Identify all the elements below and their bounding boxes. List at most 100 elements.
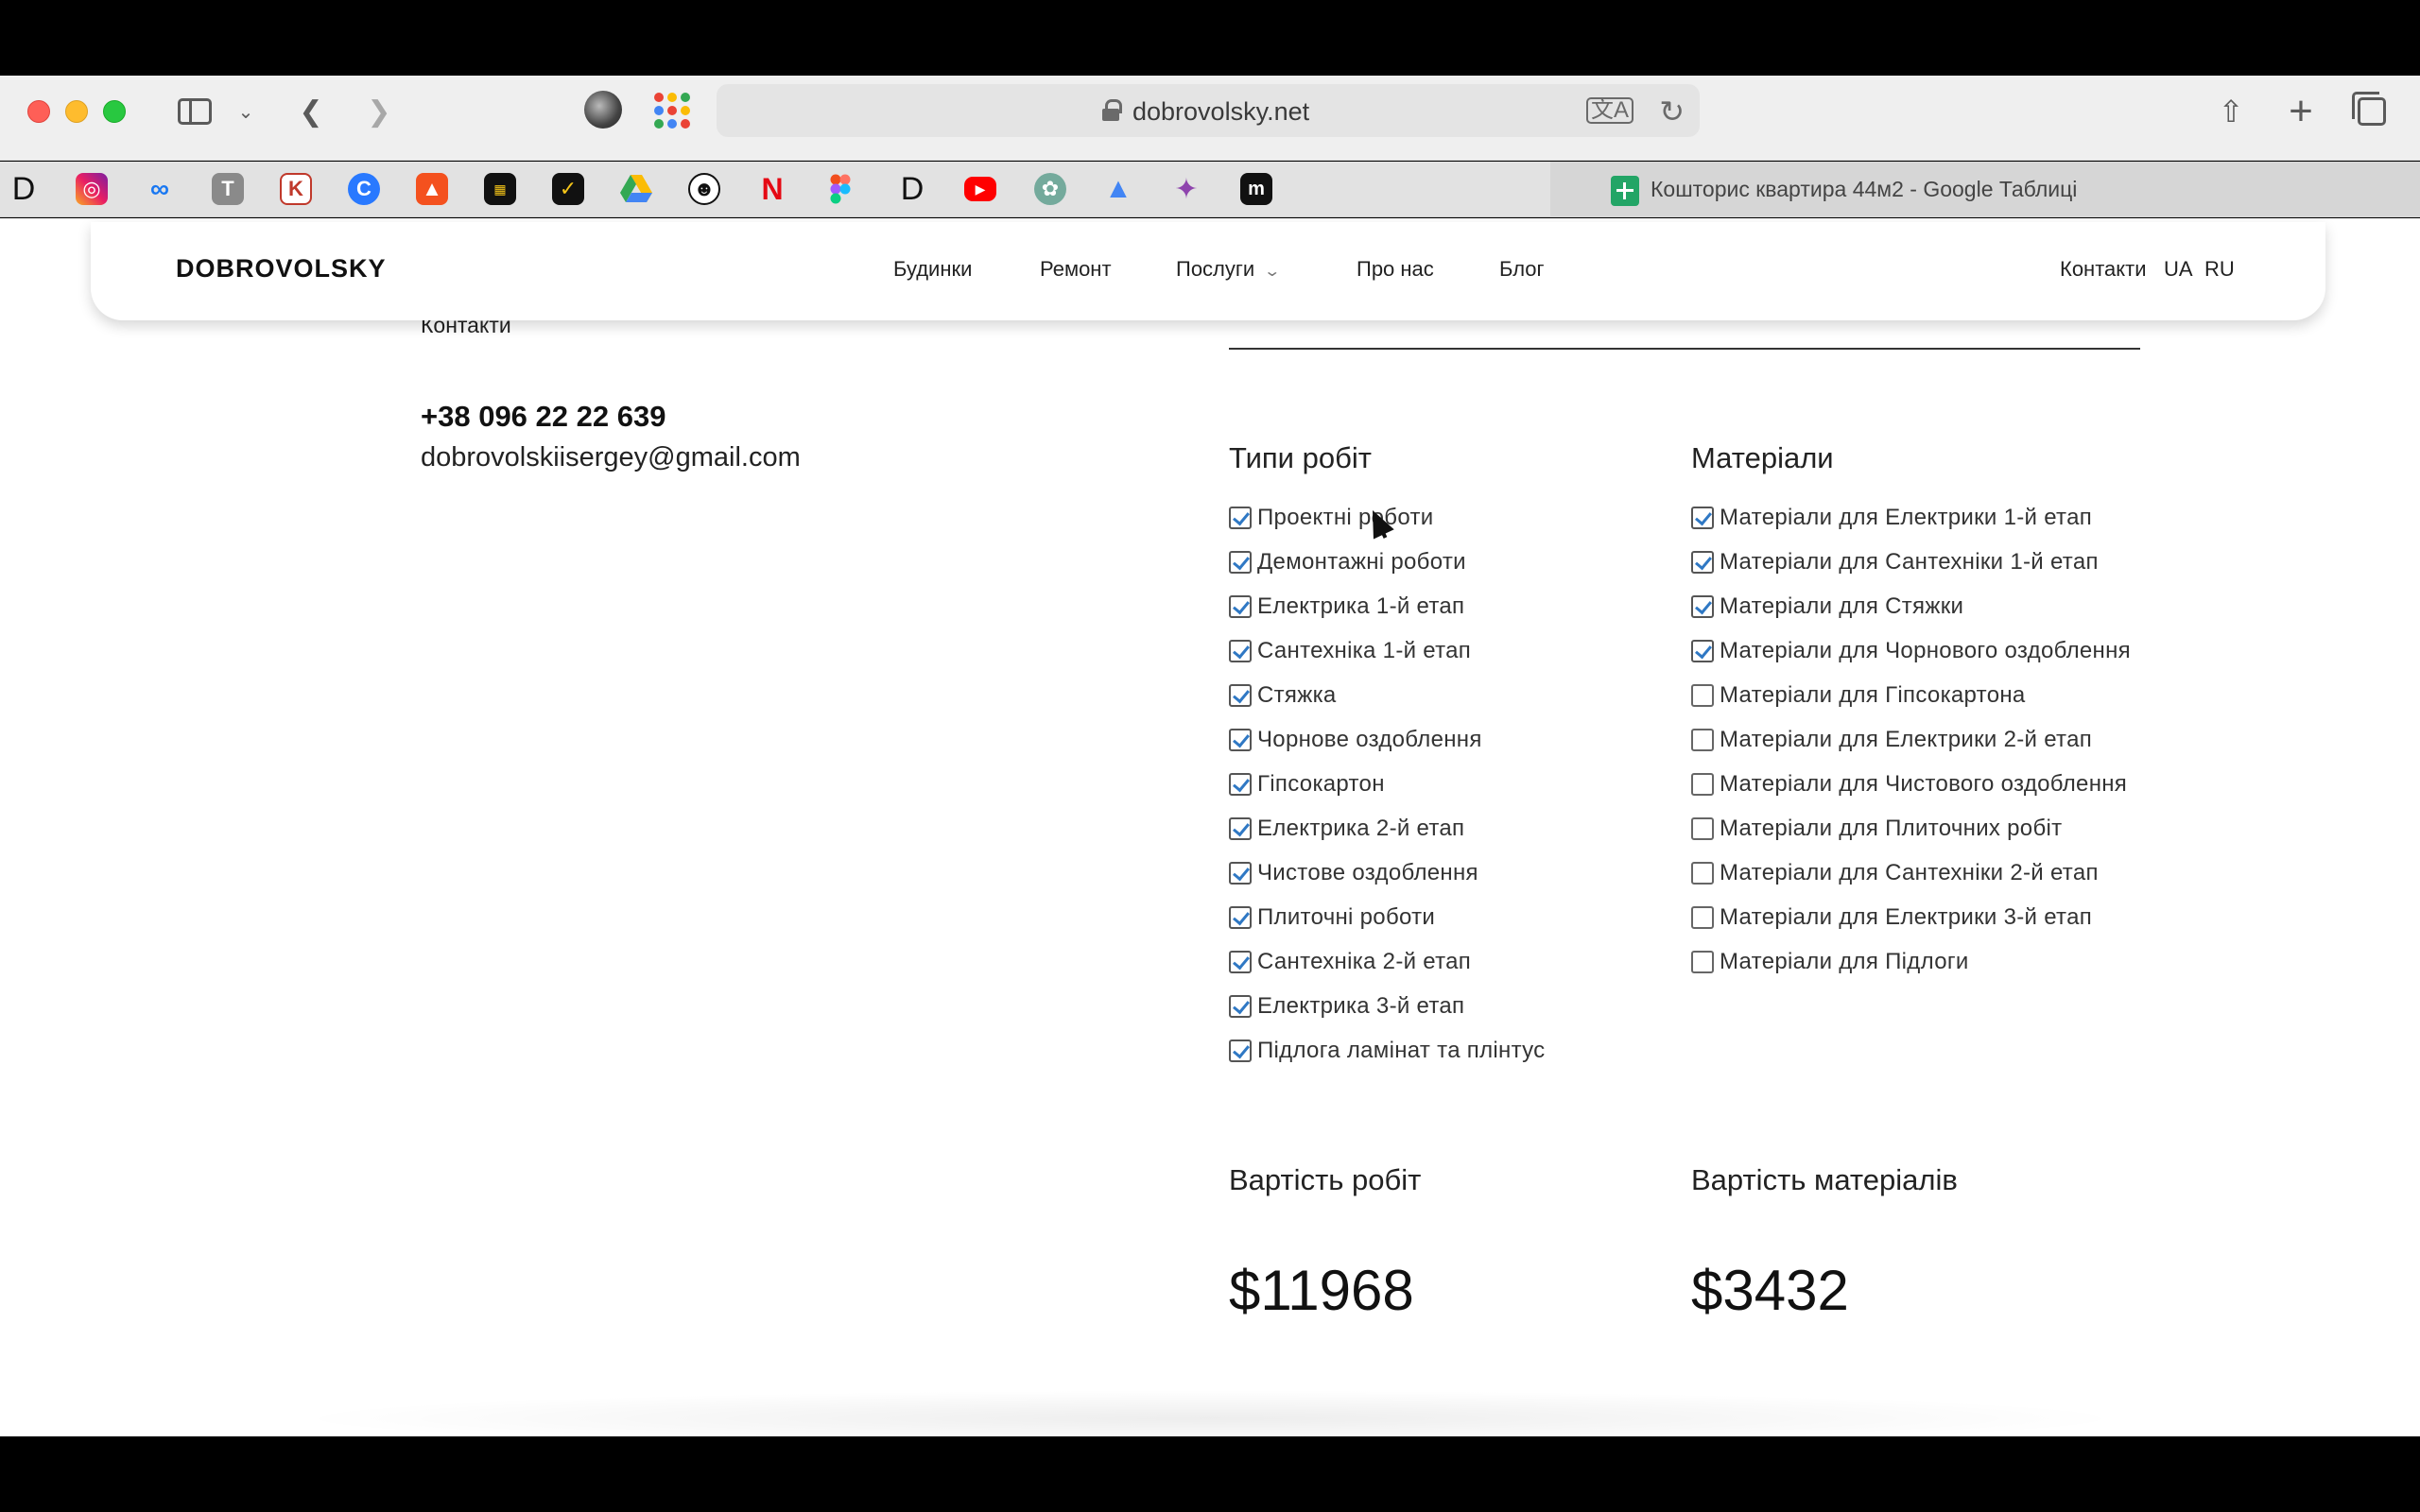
material-option[interactable]: Матеріали для Чистового оздоблення bbox=[1691, 773, 2131, 796]
nav-link-contacts[interactable]: Контакти bbox=[2060, 257, 2147, 282]
tab-favicon-d-icon[interactable]: D bbox=[8, 171, 40, 207]
checkbox-checked[interactable] bbox=[1229, 773, 1252, 796]
checkbox-unchecked[interactable] bbox=[1691, 684, 1714, 707]
share-button[interactable]: ⇧ bbox=[2212, 91, 2250, 132]
forward-button[interactable]: ❯ bbox=[363, 91, 395, 132]
work-type-option[interactable]: Гіпсокартон bbox=[1229, 773, 1545, 796]
tab-favicon-k-icon[interactable]: K bbox=[280, 173, 312, 205]
checkbox-checked[interactable] bbox=[1229, 595, 1252, 618]
checkbox-checked[interactable] bbox=[1229, 951, 1252, 973]
work-type-option[interactable]: Сантехніка 2-й етап bbox=[1229, 951, 1545, 973]
work-type-option[interactable]: Чистове оздоблення bbox=[1229, 862, 1545, 885]
tab-group-chevron-button[interactable]: ⌄ bbox=[234, 91, 257, 132]
materials-cost-title: Вартість матеріалів bbox=[1691, 1163, 1958, 1196]
material-option[interactable]: Матеріали для Електрики 2-й етап bbox=[1691, 729, 2131, 751]
nav-link-about[interactable]: Про нас bbox=[1357, 257, 1434, 282]
checkbox-unchecked[interactable] bbox=[1691, 906, 1714, 929]
tab-favicon-m-icon[interactable]: m bbox=[1240, 173, 1272, 205]
new-tab-button[interactable]: + bbox=[2282, 88, 2320, 134]
address-bar[interactable]: dobrovolsky.net 文A ↻ bbox=[717, 84, 1700, 137]
site-logo[interactable]: DOBROVOLSKY bbox=[176, 254, 387, 284]
checkbox-checked[interactable] bbox=[1229, 1040, 1252, 1062]
extension-grid-icon[interactable] bbox=[652, 91, 690, 129]
tab-favicon-netflix-icon[interactable]: N bbox=[756, 172, 788, 206]
lang-ua-link[interactable]: UA bbox=[2164, 257, 2193, 282]
material-option[interactable]: Матеріали для Чорнового оздоблення bbox=[1691, 640, 2131, 662]
tab-favicon-drive-icon[interactable] bbox=[620, 173, 652, 205]
checkbox-checked[interactable] bbox=[1229, 862, 1252, 885]
materials-title: Матеріали bbox=[1691, 441, 1834, 474]
translate-icon[interactable]: 文A bbox=[1585, 97, 1634, 124]
tab-favicon-check-icon[interactable]: ✓ bbox=[552, 173, 584, 205]
tab-favicon-sparkle-icon[interactable]: ✦ bbox=[1170, 173, 1202, 205]
nav-link-blog[interactable]: Блог bbox=[1499, 257, 1545, 282]
back-button[interactable]: ❮ bbox=[295, 91, 327, 132]
work-type-option[interactable]: Електрика 1-й етап bbox=[1229, 595, 1545, 618]
email-address[interactable]: dobrovolskiisergey@gmail.com bbox=[421, 442, 801, 473]
checkbox-checked[interactable] bbox=[1229, 817, 1252, 840]
work-type-option[interactable]: Електрика 3-й етап bbox=[1229, 995, 1545, 1018]
extension-avatar-icon[interactable] bbox=[584, 91, 622, 129]
tab-favicon-chatgpt-icon[interactable]: ✿ bbox=[1034, 173, 1066, 205]
material-option[interactable]: Матеріали для Гіпсокартона bbox=[1691, 684, 2131, 707]
tab-favicon-d2-icon[interactable]: D bbox=[896, 171, 928, 207]
material-option-label: Матеріали для Сантехніки 2-й етап bbox=[1720, 860, 2099, 885]
tab-favicon-ads-icon[interactable]: ▲ bbox=[1102, 173, 1134, 205]
checkbox-checked[interactable] bbox=[1229, 640, 1252, 662]
minimize-window-button[interactable] bbox=[65, 100, 88, 123]
active-tab[interactable]: Кошторис квартира 44м2 - Google Таблиці bbox=[1550, 162, 2420, 217]
nav-link-services[interactable]: Послуги ⌄ bbox=[1176, 257, 1281, 282]
material-option[interactable]: Матеріали для Електрики 3-й етап bbox=[1691, 906, 2131, 929]
material-option[interactable]: Матеріали для Електрики 1-й етап bbox=[1691, 507, 2131, 529]
reload-icon[interactable]: ↻ bbox=[1659, 94, 1685, 129]
tab-favicon-film-icon[interactable]: ▦ bbox=[484, 173, 516, 205]
close-window-button[interactable] bbox=[27, 100, 50, 123]
work-cost-value: $11968 bbox=[1229, 1259, 1414, 1322]
checkbox-checked[interactable] bbox=[1229, 507, 1252, 529]
checkbox-unchecked[interactable] bbox=[1691, 729, 1714, 751]
tab-favicon-c-icon[interactable]: C bbox=[348, 173, 380, 205]
work-type-option-label: Демонтажні роботи bbox=[1257, 549, 1466, 575]
checkbox-checked[interactable] bbox=[1229, 684, 1252, 707]
sidebar-toggle-button[interactable] bbox=[174, 91, 216, 132]
work-type-option[interactable]: Сантехніка 1-й етап bbox=[1229, 640, 1545, 662]
checkbox-checked[interactable] bbox=[1691, 507, 1714, 529]
checkbox-checked[interactable] bbox=[1229, 906, 1252, 929]
tab-favicon-meta-icon[interactable]: ∞ bbox=[144, 173, 176, 205]
tab-favicon-figma-icon[interactable] bbox=[824, 173, 856, 205]
checkbox-unchecked[interactable] bbox=[1691, 951, 1714, 973]
nav-link-houses[interactable]: Будинки bbox=[893, 257, 972, 282]
checkbox-checked[interactable] bbox=[1229, 729, 1252, 751]
checkbox-checked[interactable] bbox=[1229, 995, 1252, 1018]
checkbox-checked[interactable] bbox=[1229, 551, 1252, 574]
checkbox-checked[interactable] bbox=[1691, 551, 1714, 574]
tab-overview-button[interactable] bbox=[2352, 91, 2392, 132]
checkbox-unchecked[interactable] bbox=[1691, 817, 1714, 840]
tab-favicon-a-icon[interactable]: ▲ bbox=[416, 173, 448, 205]
checkbox-checked[interactable] bbox=[1691, 595, 1714, 618]
tab-favicon-t-icon[interactable]: T bbox=[212, 173, 244, 205]
material-option[interactable]: Матеріали для Сантехніки 1-й етап bbox=[1691, 551, 2131, 574]
material-option[interactable]: Матеріали для Плиточних робіт bbox=[1691, 817, 2131, 840]
checkbox-unchecked[interactable] bbox=[1691, 773, 1714, 796]
phone-number[interactable]: +38 096 22 22 639 bbox=[421, 400, 666, 434]
checkbox-unchecked[interactable] bbox=[1691, 862, 1714, 885]
work-type-option[interactable]: Підлога ламінат та плінтус bbox=[1229, 1040, 1545, 1062]
material-option[interactable]: Матеріали для Сантехніки 2-й етап bbox=[1691, 862, 2131, 885]
work-type-option[interactable]: Демонтажні роботи bbox=[1229, 551, 1545, 574]
work-type-option[interactable]: Стяжка bbox=[1229, 684, 1545, 707]
tab-favicon-avatar-icon[interactable]: ☻ bbox=[688, 173, 720, 205]
lang-ru-link[interactable]: RU bbox=[2204, 257, 2235, 282]
work-type-option[interactable]: Електрика 2-й етап bbox=[1229, 817, 1545, 840]
checkbox-checked[interactable] bbox=[1691, 640, 1714, 662]
material-option[interactable]: Матеріали для Стяжки bbox=[1691, 595, 2131, 618]
material-option[interactable]: Матеріали для Підлоги bbox=[1691, 951, 2131, 973]
work-type-option[interactable]: Плиточні роботи bbox=[1229, 906, 1545, 929]
tab-favicon-instagram-icon[interactable]: ◎ bbox=[76, 173, 108, 205]
nav-link-renovation[interactable]: Ремонт bbox=[1040, 257, 1112, 282]
tab-favicon-youtube-icon[interactable]: ▶ bbox=[964, 177, 996, 201]
zoom-window-button[interactable] bbox=[103, 100, 126, 123]
chevron-right-icon: ❯ bbox=[367, 95, 391, 128]
url-text[interactable]: dobrovolsky.net bbox=[1132, 97, 1309, 127]
work-type-option[interactable]: Чорнове оздоблення bbox=[1229, 729, 1545, 751]
